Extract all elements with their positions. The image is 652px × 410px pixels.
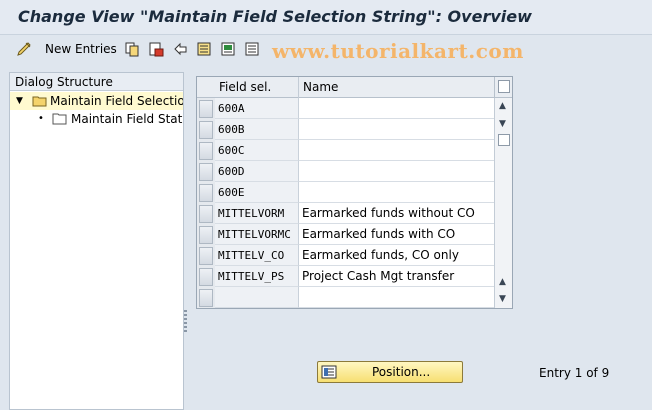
row-selector[interactable] (199, 121, 213, 139)
name-cell[interactable]: Earmarked funds, CO only (299, 245, 494, 266)
position-icon (321, 365, 337, 385)
name-cell[interactable] (299, 161, 494, 182)
select-block-icon[interactable] (220, 41, 236, 59)
row-selector[interactable] (199, 268, 213, 286)
undo-icon[interactable] (172, 41, 188, 59)
field-sel-cell: MITTELV_CO (215, 245, 299, 266)
select-all-icon[interactable] (196, 41, 212, 59)
folder-open-icon (32, 94, 48, 110)
table-row[interactable]: MITTELVORM Earmarked funds without CO (197, 203, 494, 224)
field-sel-cell: 600C (215, 140, 299, 161)
watermark: www.tutorialkart.com (272, 39, 524, 63)
row-selector[interactable] (199, 247, 213, 265)
row-selector[interactable] (199, 184, 213, 202)
tree-item-field-status[interactable]: • Maintain Field Status (10, 110, 183, 128)
tree-item-label: Maintain Field Selection S (50, 94, 183, 108)
window-title: Change View "Maintain Field Selection St… (18, 7, 532, 26)
name-cell[interactable] (299, 98, 494, 119)
entry-counter: Entry 1 of 9 (539, 366, 610, 380)
table-vertical-scrollbar[interactable]: ▲ ▼ ▲ ▼ (494, 98, 512, 308)
table-row[interactable]: 600C (197, 140, 494, 161)
field-selection-table: Field sel. Name 600A 600B 600C 600D 600E… (196, 76, 513, 309)
name-cell[interactable] (299, 182, 494, 203)
delete-icon[interactable] (148, 41, 164, 59)
name-cell[interactable] (299, 287, 494, 308)
table-row[interactable]: MITTELV_PS Project Cash Mgt transfer (197, 266, 494, 287)
expand-arrow-icon[interactable]: ▼ (16, 92, 23, 110)
field-sel-cell: 600D (215, 161, 299, 182)
column-header-field-sel[interactable]: Field sel. (215, 77, 299, 98)
scroll-up-arrow-icon[interactable]: ▲ (499, 102, 506, 111)
row-selector[interactable] (199, 163, 213, 181)
folder-icon (52, 112, 68, 128)
deselect-all-icon[interactable] (244, 41, 260, 59)
dialog-structure-header: Dialog Structure (10, 73, 183, 91)
column-header-name[interactable]: Name (299, 77, 494, 98)
copy-icon[interactable] (124, 41, 140, 59)
tree-item-label: Maintain Field Status (71, 112, 183, 126)
table-row[interactable]: MITTELVORMC Earmarked funds with CO (197, 224, 494, 245)
new-entries-button[interactable]: New Entries (45, 42, 117, 56)
name-cell[interactable]: Earmarked funds with CO (299, 224, 494, 245)
table-row[interactable] (197, 287, 494, 308)
field-sel-cell: 600B (215, 119, 299, 140)
panel-splitter[interactable] (184, 310, 187, 332)
dialog-structure-panel: Dialog Structure ▼ Maintain Field Select… (9, 72, 184, 410)
row-selector[interactable] (199, 142, 213, 160)
field-sel-cell: MITTELVORM (215, 203, 299, 224)
table-row[interactable]: 600A (197, 98, 494, 119)
scroll-down-arrow-icon[interactable]: ▼ (499, 120, 506, 129)
field-sel-cell: 600A (215, 98, 299, 119)
table-row[interactable]: 600B (197, 119, 494, 140)
table-row[interactable]: MITTELV_CO Earmarked funds, CO only (197, 245, 494, 266)
bullet-icon: • (38, 113, 44, 124)
table-settings-icon[interactable] (494, 77, 512, 98)
table-header: Field sel. Name (197, 77, 494, 98)
name-cell[interactable] (299, 140, 494, 161)
field-sel-cell: MITTELV_PS (215, 266, 299, 287)
name-cell[interactable]: Earmarked funds without CO (299, 203, 494, 224)
field-sel-cell: MITTELVORMC (215, 224, 299, 245)
name-cell[interactable]: Project Cash Mgt transfer (299, 266, 494, 287)
row-selector[interactable] (199, 226, 213, 244)
name-cell[interactable] (299, 119, 494, 140)
position-button-label: Position... (372, 365, 431, 379)
scroll-up-arrow-icon[interactable]: ▲ (499, 278, 506, 287)
row-selector[interactable] (199, 289, 213, 307)
title-bar: Change View "Maintain Field Selection St… (0, 0, 652, 35)
display-change-icon[interactable] (16, 41, 32, 59)
field-sel-cell: 600E (215, 182, 299, 203)
position-button[interactable]: Position... (317, 361, 463, 383)
table-row[interactable]: 600D (197, 161, 494, 182)
field-sel-cell (215, 287, 299, 308)
scroll-down-arrow-icon[interactable]: ▼ (499, 295, 506, 304)
row-selector[interactable] (199, 205, 213, 223)
tree-item-field-selection[interactable]: ▼ Maintain Field Selection S (10, 92, 183, 110)
table-row[interactable]: 600E (197, 182, 494, 203)
scroll-thumb[interactable] (498, 134, 510, 146)
row-selector[interactable] (199, 100, 213, 118)
